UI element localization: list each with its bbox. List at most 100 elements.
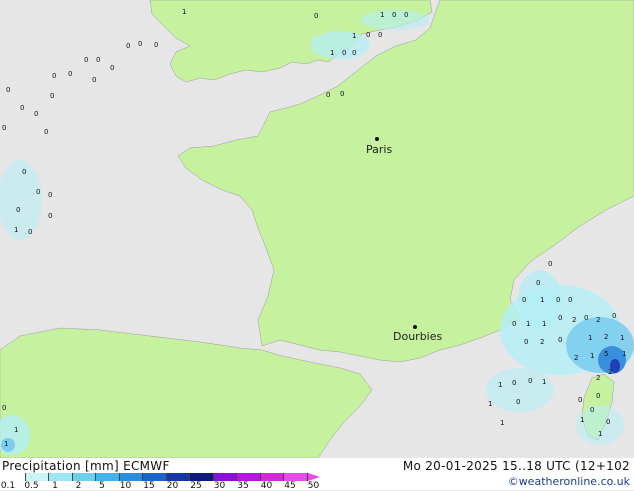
precip-value: 0 — [2, 124, 6, 132]
scale-swatch — [284, 473, 308, 481]
precip-value: 0 — [516, 398, 520, 406]
precip-value: 1 — [542, 378, 546, 386]
precip-value: 0 — [606, 418, 610, 426]
scale-swatch — [119, 473, 143, 481]
city-label: Dourbies — [393, 330, 443, 343]
precip-value: 0 — [154, 41, 158, 49]
precip-value: 1 — [580, 416, 584, 424]
precip-value: 0 — [52, 72, 56, 80]
precip-value: 1 — [500, 419, 504, 427]
precip-value: 1 — [4, 440, 8, 448]
precip-value: 0 — [48, 212, 52, 220]
precip-value: 1 — [352, 32, 356, 40]
scale-swatch — [143, 473, 167, 481]
precip-value: 2 — [596, 374, 600, 382]
precip-value: 0 — [34, 110, 38, 118]
precip-value: 0 — [558, 314, 562, 322]
precip-value: 0 — [556, 296, 560, 304]
precip-value: 0 — [378, 31, 382, 39]
precip-value: 0 — [6, 86, 10, 94]
color-scale — [2, 473, 308, 481]
precip-value: 2 — [540, 338, 544, 346]
map-title: Precipitation [mm] ECMWF — [2, 459, 170, 473]
precip-value: 0 — [512, 320, 516, 328]
scale-swatch — [49, 473, 73, 481]
precip-value: 0 — [524, 338, 528, 346]
scale-swatch — [25, 473, 49, 481]
precip-value: 1 — [588, 334, 592, 342]
precip-value: 0 — [590, 406, 594, 414]
precip-value: 0 — [392, 11, 396, 19]
precip-value: 0 — [138, 40, 142, 48]
precip-value: 1 — [620, 334, 624, 342]
precip-value: 0 — [36, 188, 40, 196]
precip-value: 0 — [68, 70, 72, 78]
precip-value: 1 — [526, 320, 530, 328]
precip-value: 0 — [522, 296, 526, 304]
scale-swatch — [213, 473, 237, 481]
precip-value: 0 — [352, 49, 356, 57]
city-dot — [413, 325, 417, 329]
valid-time: Mo 20-01-2025 15..18 UTC (12+102 — [402, 459, 630, 473]
precip-value: 0 — [314, 12, 318, 20]
scale-swatch — [166, 473, 190, 481]
precip-value: 1 — [598, 430, 602, 438]
scale-arrow-icon — [308, 473, 320, 481]
precip-value: 0 — [28, 228, 32, 236]
precip-value: 2 — [608, 368, 612, 376]
precip-value: 5 — [604, 350, 608, 358]
precip-value: 0 — [22, 168, 26, 176]
precip-value: 0 — [558, 336, 562, 344]
precip-value: 1 — [14, 226, 18, 234]
city-label: Paris — [366, 143, 392, 156]
precip-value: 1 — [542, 320, 546, 328]
precip-value: 0 — [126, 42, 130, 50]
precip-value: 1 — [498, 381, 502, 389]
precip-value: 1 — [590, 352, 594, 360]
precip-value: 0 — [2, 404, 6, 412]
precip-value: 2 — [604, 333, 608, 341]
precip-value: 0 — [548, 260, 552, 268]
precip-value: 0 — [512, 379, 516, 387]
precip-value: 0 — [584, 314, 588, 322]
map-footer: Precipitation [mm] ECMWF Mo 20-01-2025 1… — [0, 458, 634, 491]
precip-value: 2 — [596, 316, 600, 324]
scale-swatch — [260, 473, 284, 481]
precip-value: 0 — [612, 312, 616, 320]
precip-value: 0 — [596, 392, 600, 400]
precipitation-map: Paris Dourbies 0 1 0 01 0 01 0 00 00 0 0100000 0000… — [0, 0, 634, 458]
scale-swatch — [96, 473, 120, 481]
precip-value: 0 — [20, 104, 24, 112]
scale-swatch — [72, 473, 96, 481]
credit-link[interactable]: ©weatheronline.co.uk — [508, 475, 630, 488]
precip-value: 0 — [326, 91, 330, 99]
precip-value: 1 — [182, 8, 186, 16]
precip-value: 0 — [96, 56, 100, 64]
precip-value: 0 — [110, 64, 114, 72]
precip-value: 0 — [16, 206, 20, 214]
precip-value: 0 — [84, 56, 88, 64]
precip-value: 0 — [536, 279, 540, 287]
precip-value: 0 — [340, 90, 344, 98]
precip-value: 0 — [50, 92, 54, 100]
precip-value: 1 — [622, 350, 626, 358]
precip-value: 1 — [330, 49, 334, 57]
precip-value: 1 — [14, 426, 18, 434]
precip-value: 2 — [574, 354, 578, 362]
precip-value: 0 — [44, 128, 48, 136]
scale-swatch — [237, 473, 261, 481]
city-dot — [375, 137, 379, 141]
precip-value: 1 — [380, 11, 384, 19]
precip-value: 2 — [572, 316, 576, 324]
precip-value: 1 — [540, 296, 544, 304]
precip-value: 0 — [92, 76, 96, 84]
precip-value: 1 — [488, 400, 492, 408]
precip-value: 0 — [48, 191, 52, 199]
scale-swatch — [190, 473, 214, 481]
precip-value: 0 — [528, 377, 532, 385]
precip-value: 0 — [404, 11, 408, 19]
scale-swatch — [2, 473, 26, 481]
precip-value: 0 — [366, 31, 370, 39]
precip-value: 0 — [342, 49, 346, 57]
precip-value: 0 — [578, 396, 582, 404]
